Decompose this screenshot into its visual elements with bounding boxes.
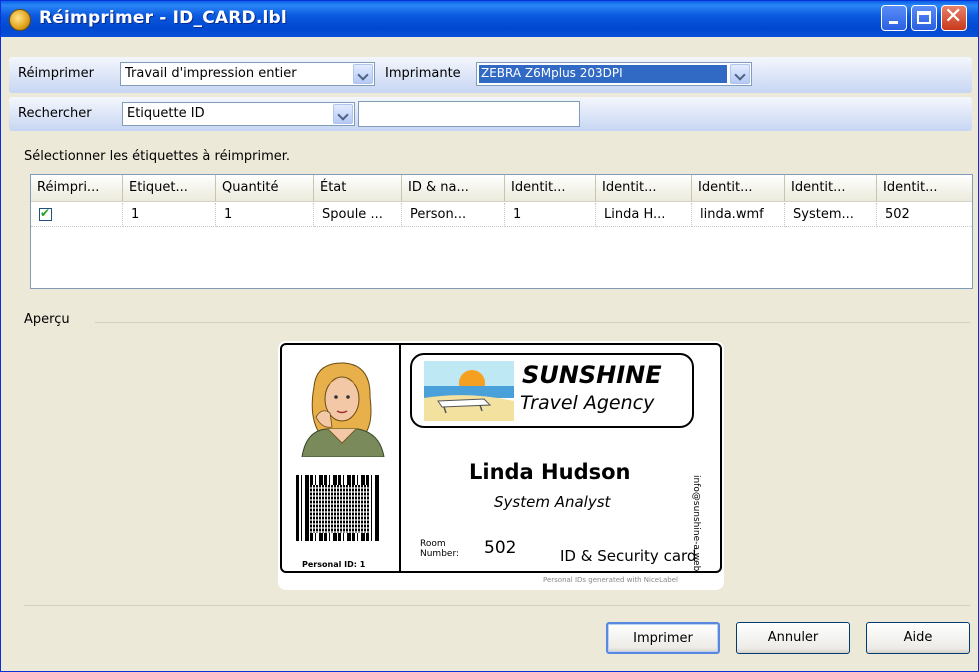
company-logo: SUNSHINE Travel Agency: [410, 353, 694, 428]
company-name: SUNSHINE: [522, 361, 662, 389]
cancel-button[interactable]: Annuler: [736, 622, 850, 654]
app-icon: [9, 9, 31, 31]
search-field-select[interactable]: Etiquette ID: [122, 102, 355, 126]
column-header-quantity[interactable]: Quantité: [216, 175, 314, 201]
preview-group-label: Aperçu: [24, 312, 70, 327]
title-bar[interactable]: Réimprimer - ID_CARD.lbl ✕: [1, 1, 978, 37]
printer-label: Imprimante: [385, 66, 461, 81]
2d-barcode: [310, 485, 370, 533]
labels-table[interactable]: Réimpri... Etiquet... Quantité État ID &…: [30, 174, 973, 289]
search-input[interactable]: [358, 101, 580, 127]
minimize-button[interactable]: [881, 5, 907, 31]
person-job-title: System Analyst: [494, 493, 611, 511]
reprint-checkbox[interactable]: ✔: [39, 206, 52, 221]
table-cell-identity-1: 1: [505, 203, 596, 227]
company-subtitle: Travel Agency: [520, 392, 655, 414]
column-header-id-name[interactable]: ID & na...: [402, 175, 505, 201]
column-header-identity-4[interactable]: Identit...: [785, 175, 877, 201]
person-name: Linda Hudson: [469, 460, 631, 484]
maximize-button[interactable]: [911, 5, 937, 31]
column-header-identity-3[interactable]: Identit...: [692, 175, 785, 201]
card-type-text: ID & Security card: [560, 547, 697, 565]
personal-id-text: Personal ID: 1: [302, 560, 366, 569]
divider: [399, 345, 401, 571]
maximize-icon: [917, 11, 931, 24]
print-button[interactable]: Imprimer: [606, 622, 720, 654]
printer-value: ZEBRA Z6Mplus 203DPI: [479, 65, 727, 83]
column-header-label[interactable]: Etiquet...: [123, 175, 216, 201]
reprint-label: Réimprimer: [18, 66, 94, 81]
table-cell-id-name: Person...: [402, 203, 505, 227]
table-cell-state: Spoule ...: [314, 203, 402, 227]
search-label: Rechercher: [18, 106, 92, 121]
room-number-value: 502: [484, 538, 517, 558]
person-photo: [296, 357, 388, 457]
divider: [95, 322, 970, 323]
table-cell-identity-3: linda.wmf: [692, 203, 785, 227]
toolbar-grip[interactable]: [9, 98, 15, 122]
close-icon: ✕: [944, 4, 963, 29]
reprint-mode-value: Travail d'impression entier: [125, 66, 297, 81]
table-cell-identity-2: Linda H...: [596, 203, 692, 227]
column-header-reprint[interactable]: Réimpri...: [31, 175, 123, 201]
table-cell-identity-4: System...: [785, 203, 877, 227]
column-header-identity-1[interactable]: Identit...: [505, 175, 596, 201]
table-header: Réimpri... Etiquet... Quantité État ID &…: [31, 175, 972, 202]
divider: [24, 605, 970, 606]
column-header-identity-5[interactable]: Identit...: [877, 175, 972, 201]
table-cell-label: 1: [123, 203, 216, 227]
table-cell-quantity: 1: [216, 203, 314, 227]
column-header-state[interactable]: État: [314, 175, 402, 201]
chevron-down-icon[interactable]: [353, 64, 373, 84]
sunshine-beach-icon: [424, 361, 514, 421]
column-header-identity-2[interactable]: Identit...: [596, 175, 692, 201]
label-border: Personal ID: 1 SUNSHINE Travel Agency in…: [280, 343, 722, 573]
reprint-dialog: Réimprimer - ID_CARD.lbl ✕ Réimprimer Tr…: [0, 0, 979, 672]
chevron-down-icon[interactable]: [333, 104, 353, 124]
check-icon: ✔: [40, 206, 51, 220]
help-button[interactable]: Aide: [866, 622, 970, 654]
reprint-toolbar: Réimprimer Travail d'impression entier I…: [9, 57, 972, 93]
table-cell-identity-5: 502: [877, 203, 972, 227]
instruction-text: Sélectionner les étiquettes à réimprimer…: [24, 149, 291, 164]
table-row[interactable]: ✔ 1 1 Spoule ... Person... 1 Linda H... …: [31, 203, 972, 227]
chevron-down-icon[interactable]: [730, 64, 750, 84]
close-button[interactable]: ✕: [941, 4, 967, 31]
search-toolbar: Rechercher Etiquette ID: [9, 97, 972, 131]
room-number-label: Room Number:: [420, 539, 460, 559]
table-cell-reprint: ✔: [31, 203, 123, 227]
search-field-value: Etiquette ID: [127, 106, 205, 121]
printer-select[interactable]: ZEBRA Z6Mplus 203DPI: [476, 62, 752, 86]
label-preview: Personal ID: 1 SUNSHINE Travel Agency in…: [278, 341, 724, 590]
window-title: Réimprimer - ID_CARD.lbl: [39, 8, 287, 28]
minimize-icon: [889, 21, 898, 24]
reprint-mode-select[interactable]: Travail d'impression entier: [120, 62, 375, 86]
label-footer-note: Personal IDs generated with NiceLabel: [543, 576, 678, 584]
toolbar-grip[interactable]: [9, 58, 15, 82]
